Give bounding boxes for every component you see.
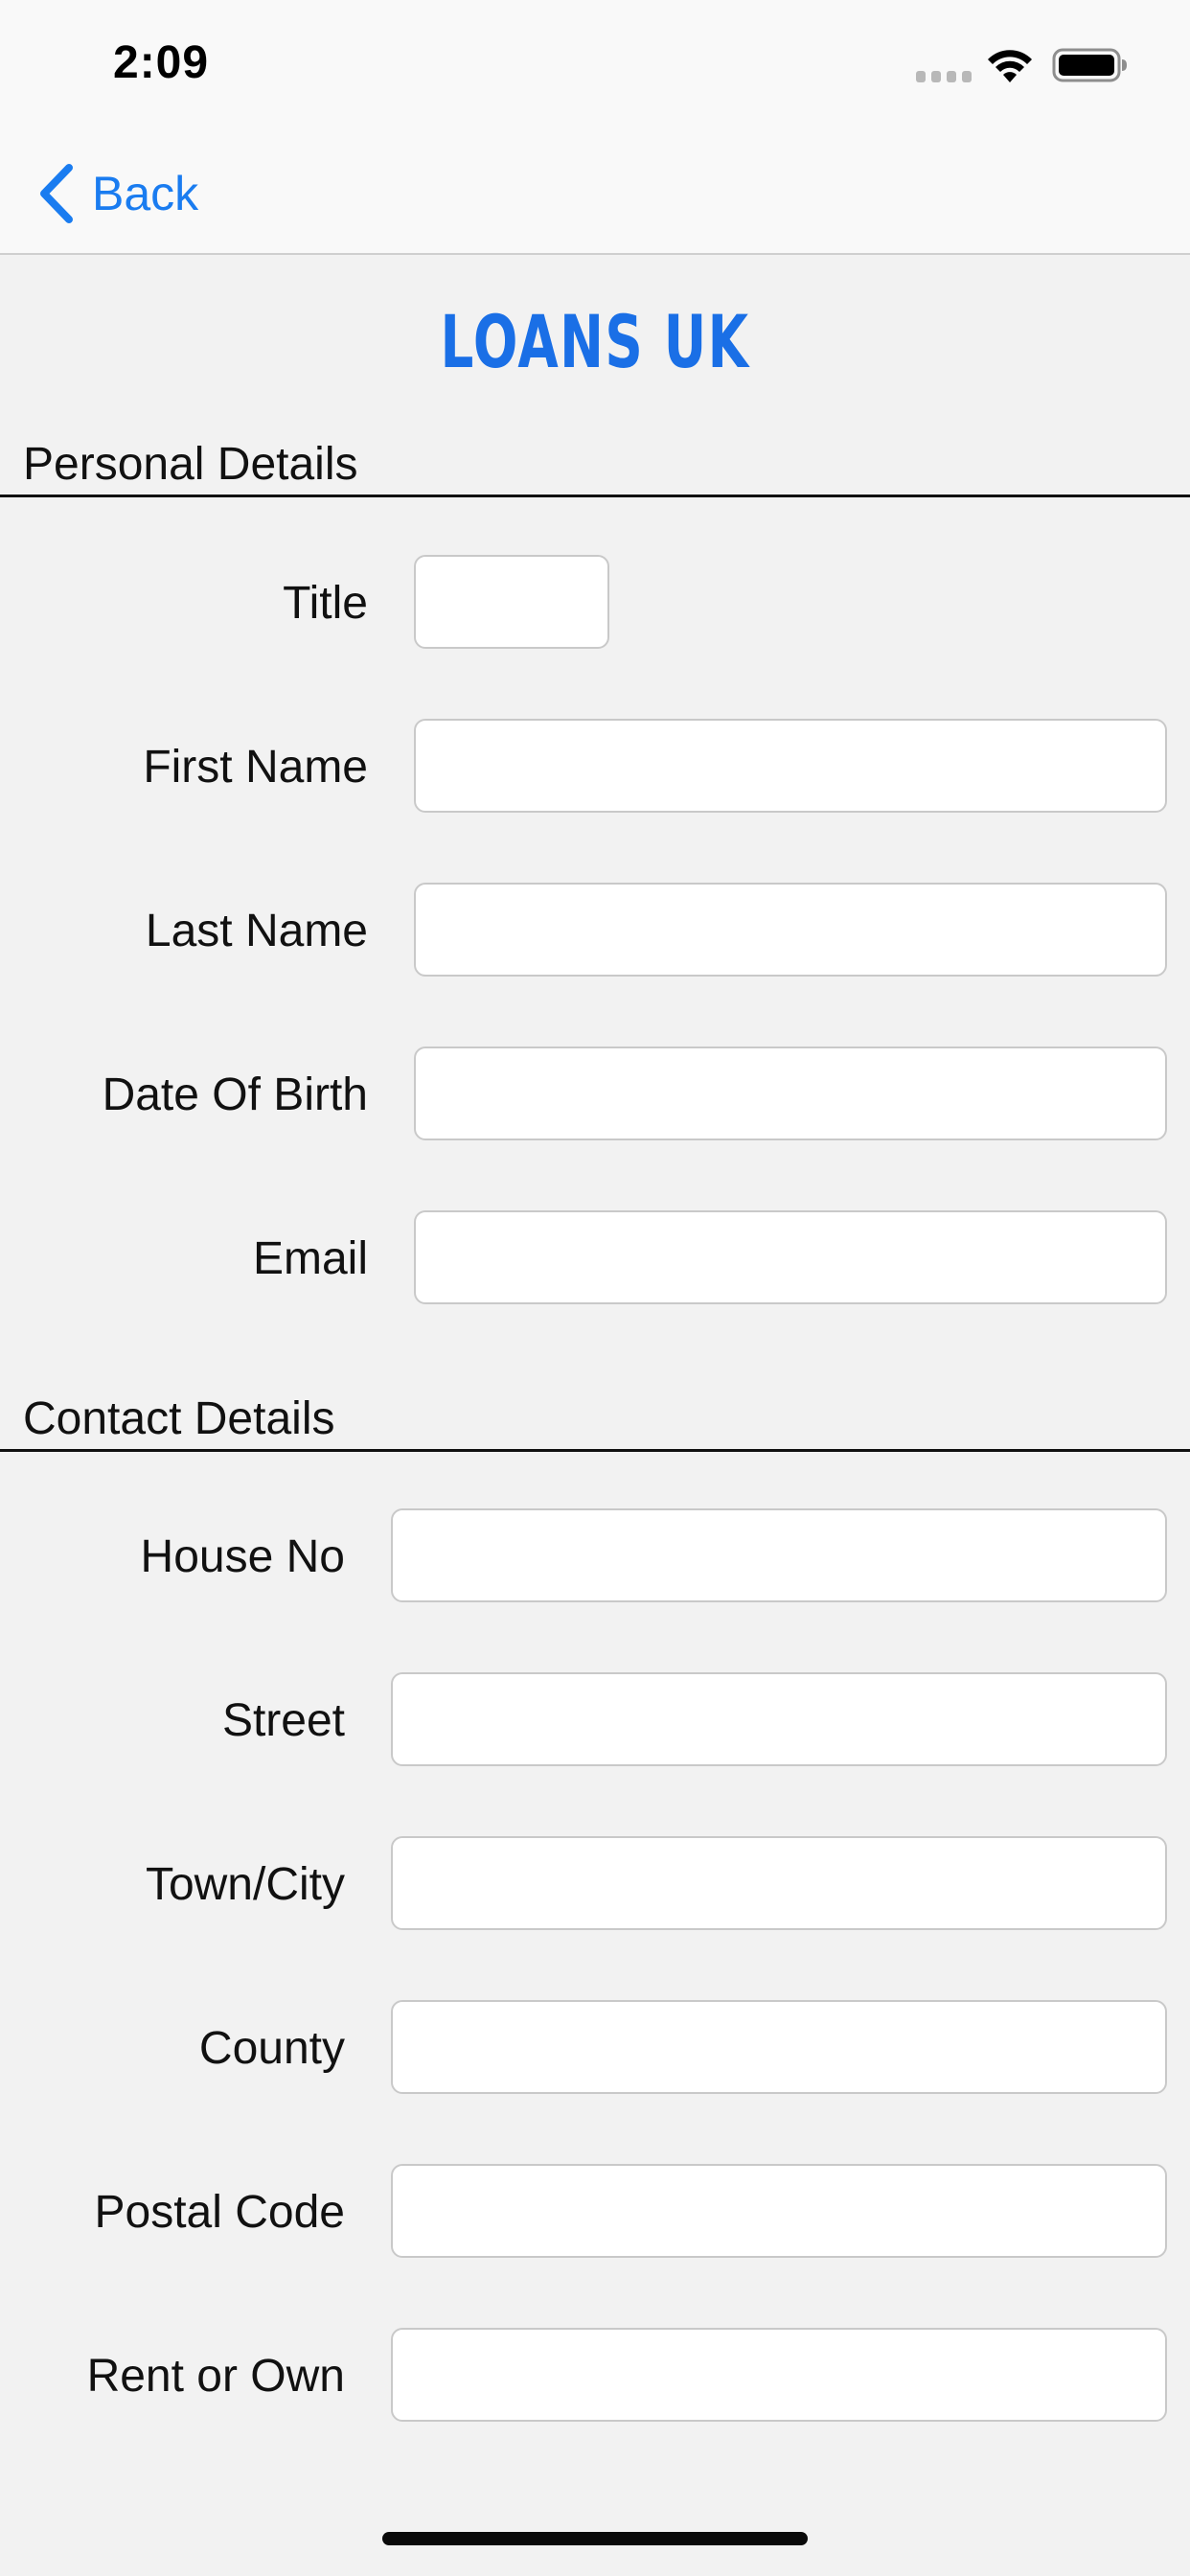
town-city-input[interactable]	[391, 1836, 1167, 1930]
street-row: Street	[0, 1672, 1190, 1770]
back-button[interactable]: Back	[34, 157, 198, 230]
status-time: 2:09	[113, 37, 210, 88]
section-title: Personal Details	[23, 439, 358, 490]
contact-details-header: Contact Details	[0, 1392, 1190, 1452]
email-row: Email	[0, 1210, 1190, 1308]
county-input[interactable]	[391, 2000, 1167, 2094]
first-name-input[interactable]	[414, 719, 1167, 813]
house-no-row: House No	[0, 1508, 1190, 1606]
title-input[interactable]	[414, 555, 609, 649]
house-no-input[interactable]	[391, 1508, 1167, 1602]
date-of-birth-label: Date Of Birth	[102, 1070, 368, 1120]
home-indicator[interactable]	[382, 2532, 808, 2545]
title-label: Title	[283, 578, 368, 629]
personal-details-header: Personal Details	[0, 437, 1190, 497]
rent-or-own-label: Rent or Own	[86, 2351, 345, 2402]
chevron-left-icon	[40, 164, 73, 223]
date-of-birth-input[interactable]	[414, 1046, 1167, 1140]
town-city-row: Town/City	[0, 1836, 1190, 1934]
back-label: Back	[92, 167, 199, 220]
email-label: Email	[252, 1233, 368, 1284]
last-name-row: Last Name	[0, 883, 1190, 980]
navigation-bar: Back	[0, 134, 1190, 255]
last-name-input[interactable]	[414, 883, 1167, 977]
last-name-label: Last Name	[145, 906, 368, 956]
street-label: Street	[221, 1695, 345, 1746]
house-no-label: House No	[140, 1531, 345, 1582]
first-name-row: First Name	[0, 719, 1190, 816]
wifi-icon	[988, 50, 1032, 82]
rent-or-own-row: Rent or Own	[0, 2328, 1190, 2426]
county-label: County	[198, 2023, 345, 2074]
first-name-label: First Name	[143, 742, 368, 793]
street-input[interactable]	[391, 1672, 1167, 1766]
town-city-label: Town/City	[145, 1859, 345, 1910]
app-logo: LOANS UK	[440, 299, 750, 384]
postal-code-input[interactable]	[391, 2164, 1167, 2258]
cellular-signal-icon	[916, 71, 972, 82]
postal-code-row: Postal Code	[0, 2164, 1190, 2262]
status-bar: 2:09	[0, 0, 1190, 134]
postal-code-label: Postal Code	[94, 2187, 346, 2238]
battery-icon	[1052, 48, 1127, 82]
date-of-birth-row: Date Of Birth	[0, 1046, 1190, 1144]
rent-or-own-input[interactable]	[391, 2328, 1167, 2422]
title-row: Title	[0, 555, 1190, 653]
county-row: County	[0, 2000, 1190, 2098]
email-input[interactable]	[414, 1210, 1167, 1304]
section-title: Contact Details	[23, 1393, 335, 1444]
